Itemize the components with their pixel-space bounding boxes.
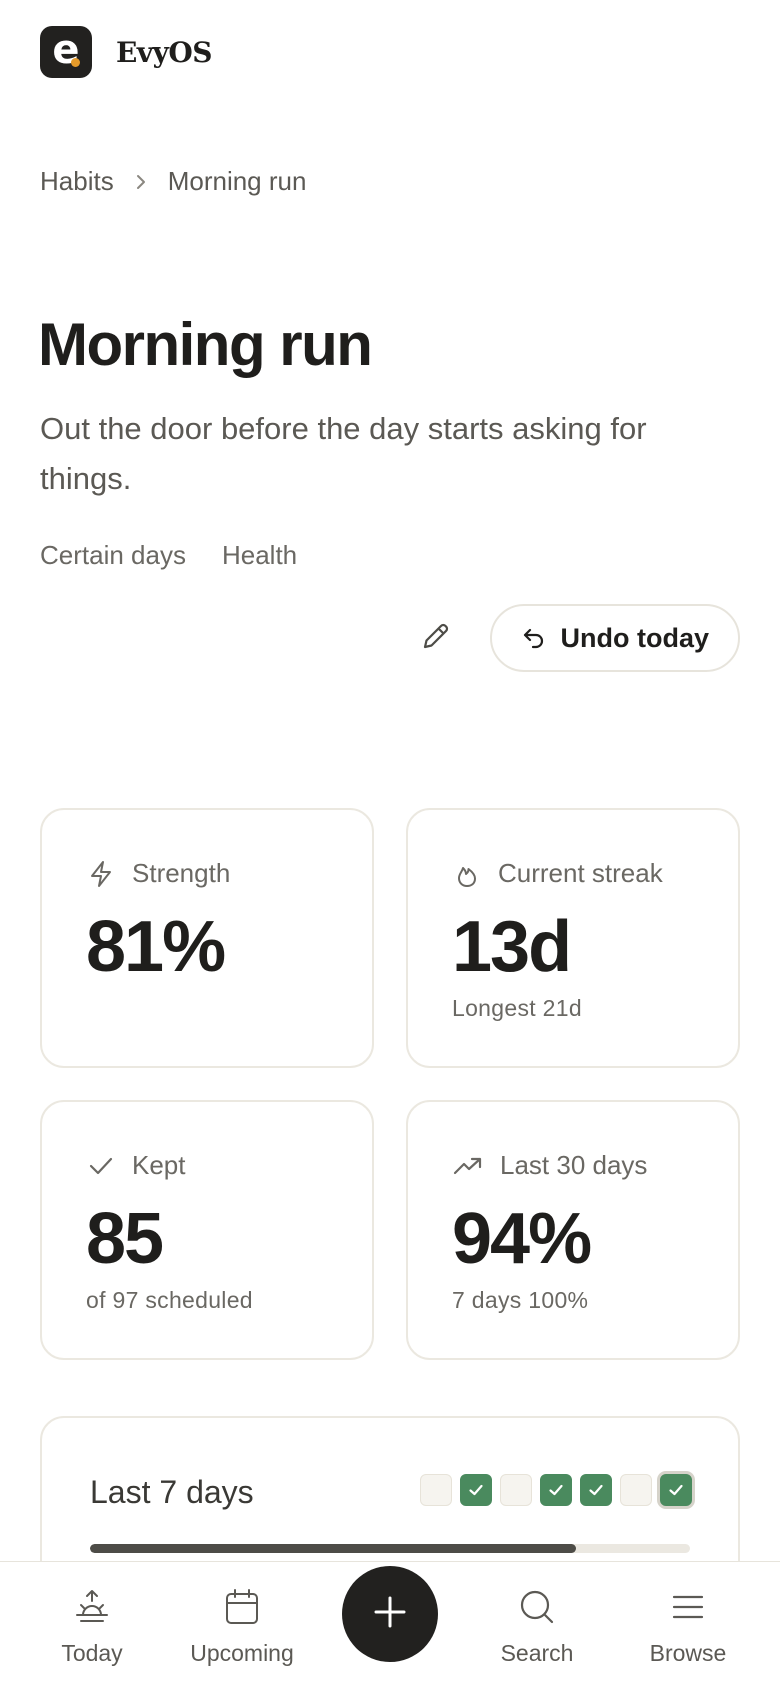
stat-card-streak: Current streak 13d Longest 21d <box>406 808 740 1068</box>
check-icon <box>549 1484 563 1496</box>
trending-up-icon <box>452 1151 484 1181</box>
search-icon <box>517 1586 557 1628</box>
stat-label: Current streak <box>498 858 663 888</box>
habit-description: Out the door before the day starts askin… <box>40 411 647 496</box>
day-square[interactable] <box>660 1474 692 1506</box>
stat-label: Strength <box>132 858 231 888</box>
nav-label: Today <box>61 1640 123 1666</box>
pencil-icon <box>419 619 453 658</box>
day-square[interactable] <box>420 1474 452 1506</box>
check-icon <box>589 1484 603 1496</box>
day-square[interactable] <box>580 1474 612 1506</box>
nav-label: Search <box>500 1640 574 1666</box>
stat-card-last-30-days: Last 30 days 94% 7 days 100% <box>406 1100 740 1360</box>
day-square[interactable] <box>500 1474 532 1506</box>
breadcrumb-current: Morning run <box>167 166 307 196</box>
edit-button[interactable] <box>410 612 462 664</box>
nav-browse[interactable]: Browse <box>618 1586 758 1667</box>
breadcrumb: Habits Morning run <box>40 166 306 197</box>
brand-name: EvyOS <box>116 35 213 69</box>
undo-today-label: Undo today <box>560 622 710 653</box>
day-square[interactable] <box>460 1474 492 1506</box>
bottom-nav: Today Upcoming Search Browse <box>0 1561 780 1688</box>
stat-value: 13d <box>452 907 572 987</box>
lightning-icon <box>86 859 116 889</box>
nav-today[interactable]: Today <box>22 1586 162 1667</box>
week-progress-fill <box>90 1544 576 1553</box>
undo-today-button[interactable]: Undo today <box>489 604 740 672</box>
stat-card-strength: Strength 81% <box>40 808 374 1068</box>
stat-sub: of 97 scheduled <box>86 1287 253 1313</box>
app-logo[interactable]: e <box>40 26 92 78</box>
nav-upcoming[interactable]: Upcoming <box>172 1586 312 1667</box>
menu-icon <box>669 1586 707 1628</box>
check-icon <box>669 1484 683 1496</box>
nav-label: Upcoming <box>190 1640 294 1666</box>
day-square[interactable] <box>620 1474 652 1506</box>
chevron-right-icon <box>134 173 148 191</box>
stat-sub: Longest 21d <box>452 995 582 1021</box>
check-icon <box>469 1484 483 1496</box>
stat-value: 85 <box>86 1199 164 1279</box>
plus-icon <box>373 1595 407 1634</box>
stat-label: Last 30 days <box>500 1150 648 1180</box>
week-progress-bar <box>90 1544 690 1553</box>
undo-arrow-icon <box>521 625 547 651</box>
flame-icon <box>452 859 482 889</box>
calendar-icon <box>223 1586 261 1628</box>
week-label: Last 7 days <box>90 1474 254 1510</box>
tag-schedule[interactable]: Certain days <box>40 540 186 571</box>
stat-value: 94% <box>452 1199 592 1279</box>
day-square[interactable] <box>540 1474 572 1506</box>
app-header: e EvyOS <box>40 26 213 78</box>
breadcrumb-parent-link[interactable]: Habits <box>40 166 114 197</box>
add-habit-button[interactable] <box>342 1566 438 1662</box>
day-grid <box>412 1474 692 1506</box>
habit-tags: Certain days Health <box>40 540 297 571</box>
habit-actions: Undo today <box>410 604 740 672</box>
tag-category[interactable]: Health <box>222 540 297 571</box>
page-title: Morning run <box>38 311 373 378</box>
check-icon <box>86 1151 116 1181</box>
stat-sub: 7 days 100% <box>452 1287 589 1313</box>
sunrise-icon <box>72 1586 112 1628</box>
nav-label: Browse <box>649 1640 727 1666</box>
logo-dot <box>71 58 80 67</box>
nav-search[interactable]: Search <box>467 1586 607 1667</box>
stat-label: Kept <box>132 1150 186 1180</box>
stat-card-kept: Kept 85 of 97 scheduled <box>40 1100 374 1360</box>
stat-value: 81% <box>86 907 226 987</box>
